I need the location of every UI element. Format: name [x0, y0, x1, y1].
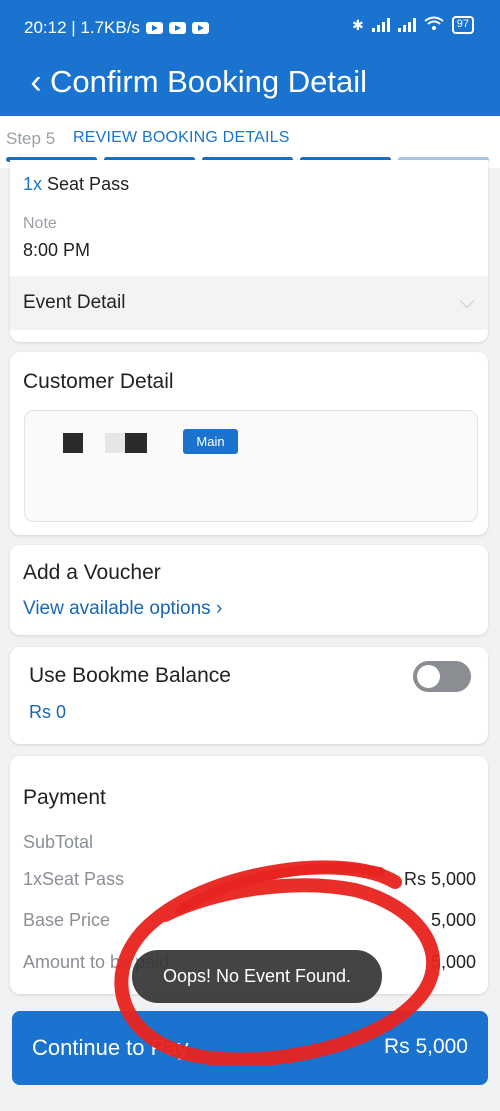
payment-row: 1xSeat Pass Rs 5,000 — [23, 869, 476, 890]
payment-row-value: 5,000 — [430, 910, 476, 930]
voucher-card: Add a Voucher View available options › — [10, 545, 488, 635]
payment-title: Payment — [23, 786, 106, 809]
payment-row-value: 5,000 — [430, 952, 476, 972]
voucher-title: Add a Voucher — [23, 561, 161, 584]
redacted-block — [105, 433, 125, 453]
continue-to-pay-button[interactable]: Continue to Pay Rs 5,000 — [12, 1011, 488, 1085]
signal-icon — [397, 18, 416, 32]
balance-title: Use Bookme Balance — [29, 664, 231, 687]
redacted-block — [125, 433, 147, 453]
customer-detail-card: Customer Detail Main — [10, 352, 488, 535]
note-value: 8:00 PM — [23, 240, 91, 260]
app-bar: ‹ Confirm Booking Detail — [0, 52, 500, 116]
customer-entry[interactable]: Main — [24, 410, 478, 522]
payment-row-label: 1xSeat Pass — [23, 869, 125, 889]
seat-quantity: 1x — [23, 174, 43, 194]
event-detail-toggle[interactable]: Event Detail — [10, 276, 488, 330]
seat-name: Seat Pass — [47, 174, 130, 194]
step-name: REVIEW BOOKING DETAILS — [73, 129, 290, 146]
customer-detail-title: Customer Detail — [23, 370, 174, 393]
youtube-icon — [145, 22, 163, 34]
view-voucher-options-link[interactable]: View available options › — [23, 598, 222, 620]
note-label: Note — [23, 215, 57, 232]
youtube-icon — [168, 22, 186, 34]
payment-row: Base Price 5,000 — [23, 910, 476, 931]
continue-label: Continue to Pay — [32, 1035, 189, 1060]
chevron-down-icon — [459, 293, 475, 309]
bluetooth-icon: ✱ — [352, 16, 364, 33]
battery-icon: 97 — [451, 16, 474, 34]
chevron-left-icon: ‹ — [30, 63, 42, 101]
balance-amount: Rs 0 — [29, 702, 67, 722]
status-bar: 20:12 | 1.7KB/s ✱ 97 — [0, 0, 500, 52]
main-badge: Main — [183, 429, 238, 454]
youtube-icon — [191, 22, 209, 34]
payment-row-value: Rs 5,000 — [403, 869, 476, 889]
booking-summary-card: 1x Seat Pass Note 8:00 PM Event Detail — [10, 160, 488, 342]
page-title: Confirm Booking Detail — [50, 64, 368, 99]
payment-row-label: Base Price — [23, 910, 111, 930]
redacted-block — [63, 433, 83, 453]
wifi-icon — [424, 16, 444, 34]
balance-card: Use Bookme Balance Rs 0 — [10, 647, 488, 744]
status-time: 20:12 | 1.7KB/s — [24, 18, 140, 37]
balance-toggle[interactable] — [413, 661, 471, 692]
error-toast: Oops! No Event Found. — [132, 950, 382, 1003]
seat-line: 1x Seat Pass — [23, 174, 129, 195]
total-amount: Rs 5,000 — [383, 1035, 468, 1058]
signal-icon — [371, 18, 390, 32]
step-number: Step 5 — [6, 129, 56, 148]
subtotal-label: SubTotal — [23, 832, 94, 852]
event-detail-label: Event Detail — [23, 292, 126, 313]
